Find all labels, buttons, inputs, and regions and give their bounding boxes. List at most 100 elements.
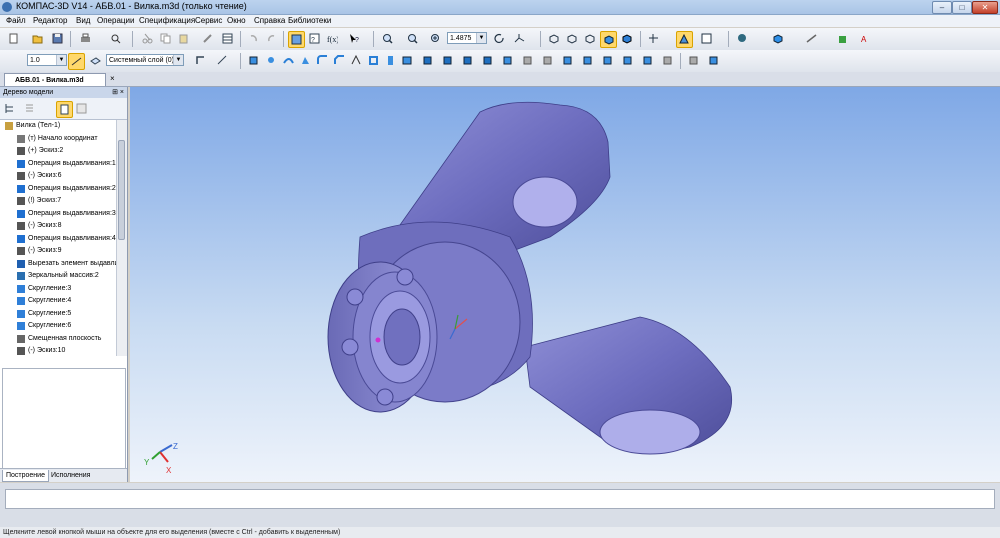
zoom-window-button[interactable] (380, 31, 395, 46)
formula-button[interactable]: f(x) (325, 31, 340, 46)
copy-objects-button[interactable] (660, 53, 675, 68)
tree-order-button[interactable] (56, 101, 73, 118)
zoom-previous-button[interactable] (405, 31, 420, 46)
shaded-edges-button[interactable] (619, 31, 634, 46)
delete-button[interactable] (686, 53, 701, 68)
close-icon[interactable]: × (110, 74, 115, 83)
extrude-button[interactable] (246, 53, 261, 68)
menu-view[interactable]: Вид (76, 16, 90, 25)
section-button[interactable] (646, 31, 661, 46)
loft-button[interactable] (298, 53, 313, 68)
cut-extrude-button[interactable] (420, 53, 435, 68)
local-cs-button[interactable] (193, 53, 208, 68)
shell-button[interactable] (366, 53, 381, 68)
sheet-button[interactable] (500, 53, 515, 68)
close-button[interactable]: ✕ (972, 1, 998, 14)
array-circular-button[interactable] (580, 53, 595, 68)
color-button[interactable] (770, 31, 785, 46)
model-tree: Вилка (Тел-1) (т) Начало координат (+) Эск… (0, 120, 117, 356)
maximize-button[interactable]: □ (952, 1, 972, 14)
undo-button[interactable] (246, 31, 261, 46)
boolean-button[interactable] (620, 53, 635, 68)
snap-button[interactable] (68, 53, 85, 70)
menu-help[interactable]: Справка (254, 16, 285, 25)
slope-button[interactable] (383, 53, 398, 68)
menu-specification[interactable]: Спецификация (139, 16, 195, 25)
preview-button[interactable] (108, 31, 123, 46)
wireframe-button[interactable] (546, 31, 561, 46)
variables-button[interactable]: ? (307, 31, 322, 46)
split-button[interactable] (400, 53, 415, 68)
paste-button[interactable] (176, 31, 191, 46)
manager-button[interactable] (288, 31, 305, 48)
perspective-button[interactable] (676, 31, 693, 48)
mass-button[interactable] (835, 31, 850, 46)
fillet-button[interactable] (315, 53, 330, 68)
array-curve-button[interactable] (600, 53, 615, 68)
hidden-lines-button[interactable] (564, 31, 579, 46)
drawing-button[interactable] (699, 31, 714, 46)
rotate-button[interactable] (492, 31, 507, 46)
line-scale-combo[interactable]: 1.0 ▼ (27, 54, 67, 66)
new-button[interactable] (6, 31, 21, 46)
properties-button[interactable] (200, 31, 215, 46)
tree-scrollbar[interactable] (116, 120, 127, 356)
layer-combo[interactable]: Системный слой (0) ▼ (106, 54, 184, 66)
fillet-icon (17, 322, 25, 330)
minimize-button[interactable]: – (932, 1, 952, 14)
menu-file[interactable]: Файл (6, 16, 26, 25)
tree-groups-button[interactable] (74, 101, 89, 116)
zoom-in-button[interactable] (428, 31, 443, 46)
thread-button[interactable] (480, 53, 495, 68)
measure-button[interactable] (804, 31, 819, 46)
text-button[interactable]: A (858, 31, 873, 46)
tab-versions[interactable]: Исполнения (48, 470, 93, 481)
open-button[interactable] (30, 31, 45, 46)
appearance-button[interactable] (735, 31, 750, 46)
menu-libraries[interactable]: Библиотеки (288, 16, 331, 25)
print-button[interactable] (78, 31, 93, 46)
command-line[interactable] (5, 489, 995, 509)
cut-revolve-button[interactable] (440, 53, 455, 68)
orientation-button[interactable] (512, 31, 527, 46)
mirror-button[interactable] (520, 53, 535, 68)
model-viewport[interactable]: Z X Y (130, 87, 1000, 482)
menu-operations[interactable]: Операции (97, 16, 134, 25)
scale-button[interactable] (640, 53, 655, 68)
menu-service[interactable]: Сервис (195, 16, 222, 25)
menu-window[interactable]: Окно (227, 16, 246, 25)
axis-y-label: Y (144, 458, 150, 467)
tab-construction[interactable]: Построение (2, 470, 49, 482)
redo-button[interactable] (264, 31, 279, 46)
rib-button[interactable] (349, 53, 364, 68)
pin-icon[interactable]: ⊞ × (112, 87, 124, 98)
hole-button[interactable] (460, 53, 475, 68)
chamfer-button[interactable] (332, 53, 347, 68)
tree-filter-button[interactable] (22, 101, 37, 116)
document-tab[interactable]: АБВ.01 - Вилка.m3d (4, 73, 106, 86)
origin-icon (17, 134, 25, 143)
cut-button[interactable] (140, 31, 155, 46)
rotate-op-button[interactable] (264, 53, 279, 68)
thin-hidden-button[interactable] (582, 31, 597, 46)
surface-button[interactable] (706, 53, 721, 68)
pattern-button[interactable] (540, 53, 555, 68)
sweep-button[interactable] (281, 53, 296, 68)
layer-button[interactable] (88, 53, 103, 68)
zoom-combo[interactable]: 1.4875 ▼ (447, 32, 487, 44)
scroll-thumb[interactable] (118, 140, 125, 240)
save-button[interactable] (50, 31, 65, 46)
panel-title-text: Дерево модели (3, 89, 54, 96)
svg-text:?: ? (355, 37, 359, 44)
tree-structure-button[interactable] (2, 101, 17, 116)
array-button[interactable] (560, 53, 575, 68)
reference-button[interactable] (215, 53, 230, 68)
app-icon (2, 2, 12, 12)
help-pointer-button[interactable]: ? (347, 31, 362, 46)
copy-button[interactable] (158, 31, 173, 46)
table-button[interactable] (220, 31, 235, 46)
shaded-button[interactable] (600, 31, 617, 48)
variables-icon: ? (309, 33, 320, 44)
revolve-icon (268, 57, 274, 63)
menu-edit[interactable]: Редактор (33, 16, 67, 25)
